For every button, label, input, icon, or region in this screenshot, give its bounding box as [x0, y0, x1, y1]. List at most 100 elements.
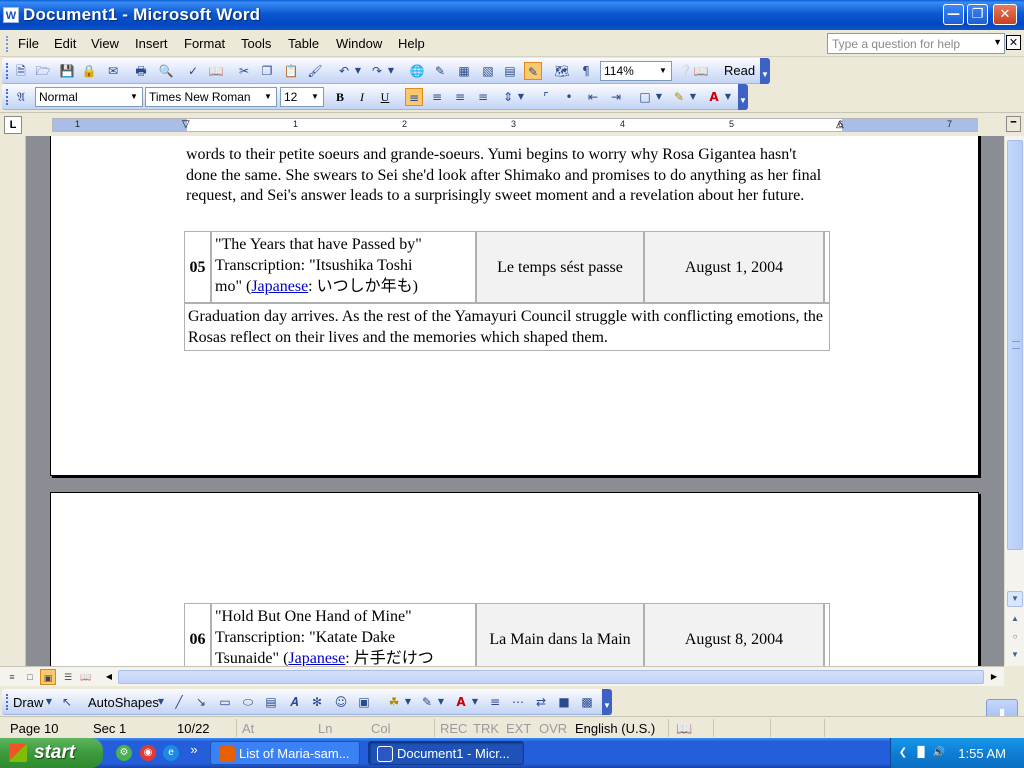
text-box-icon[interactable]: ▤	[262, 693, 280, 711]
french-title[interactable]: La Main dans la Main	[489, 629, 630, 650]
font-color-dropdown-icon[interactable]: ▼	[723, 88, 733, 106]
toolbar-grip[interactable]	[6, 694, 9, 710]
font-color-icon[interactable]: A	[705, 88, 723, 106]
next-page-icon[interactable]: ▼	[1007, 648, 1023, 664]
increase-indent-icon[interactable]: ⇥	[607, 88, 625, 106]
email-icon[interactable]: ✉	[104, 62, 122, 80]
highlight-icon[interactable]: ✎	[670, 88, 688, 106]
split-window-icon[interactable]: ━	[1006, 116, 1021, 132]
print-icon[interactable]: 🖶	[132, 62, 150, 80]
font-size-dropdown[interactable]: 12 ▼	[280, 87, 324, 107]
styles-formatting-icon[interactable]: 𝔄	[12, 88, 30, 106]
spelling-icon[interactable]: ✓	[184, 62, 202, 80]
hyperlink-icon[interactable]: 🌐	[408, 62, 426, 80]
zoom-dropdown[interactable]: 114% ▼	[600, 61, 672, 81]
chrome-quicklaunch-icon[interactable]: ◉	[140, 745, 156, 761]
tables-borders-icon[interactable]: ✎	[431, 62, 449, 80]
status-ext[interactable]: EXT	[506, 721, 531, 736]
word-app-icon[interactable]: W	[3, 7, 19, 23]
italic-icon[interactable]: I	[353, 88, 371, 106]
chevron-down-icon[interactable]: ▼	[470, 693, 480, 711]
japanese-link[interactable]: Japanese	[251, 278, 308, 295]
save-icon[interactable]: 💾	[58, 62, 76, 80]
align-center-icon[interactable]: ≡	[428, 88, 446, 106]
first-line-indent-icon[interactable]: ▽	[182, 119, 190, 131]
menubar-grip[interactable]	[6, 36, 9, 52]
style-dropdown[interactable]: Normal ▼	[35, 87, 143, 107]
reading-layout-icon[interactable]: 📖	[78, 669, 94, 685]
toolbar-options-icon[interactable]: ▼	[602, 689, 612, 715]
oval-icon[interactable]: ⬭	[239, 693, 257, 711]
chevron-down-icon[interactable]: ▼	[44, 693, 54, 711]
web-layout-icon[interactable]: □	[22, 669, 38, 685]
volume-icon[interactable]: 🔊	[931, 745, 947, 761]
status-ovr[interactable]: OVR	[539, 721, 567, 736]
decrease-indent-icon[interactable]: ⇤	[584, 88, 602, 106]
horizontal-scroll-thumb[interactable]	[118, 670, 984, 684]
menu-edit[interactable]: Edit	[54, 36, 76, 51]
minimize-button[interactable]: —	[943, 4, 964, 25]
menu-tools[interactable]: Tools	[241, 36, 271, 51]
line-style-icon[interactable]: ≡	[486, 693, 504, 711]
right-indent-icon[interactable]: △	[836, 119, 844, 131]
align-left-icon[interactable]: ≡	[405, 88, 423, 106]
select-objects-icon[interactable]: ↖	[58, 693, 76, 711]
align-right-icon[interactable]: ≡	[451, 88, 469, 106]
chevron-down-icon[interactable]: ▼	[403, 693, 413, 711]
rectangle-icon[interactable]: ▭	[216, 693, 234, 711]
bullets-icon[interactable]: •	[560, 88, 578, 106]
toolbar-options-icon[interactable]: ▼	[760, 58, 770, 84]
scroll-down-icon[interactable]: ▼	[1007, 591, 1023, 607]
paste-icon[interactable]: 📋	[282, 62, 300, 80]
episode-title[interactable]: "The Years that have Passed by"	[215, 234, 472, 255]
japanese-link[interactable]: Japanese	[288, 650, 345, 666]
open-folder-icon[interactable]: 🗁	[34, 62, 52, 80]
undo-icon[interactable]: ↶	[335, 62, 353, 80]
line-spacing-dropdown-icon[interactable]: ▼	[516, 88, 526, 106]
toolbar-grip[interactable]	[6, 63, 9, 79]
insert-picture-icon[interactable]: ▣	[355, 693, 373, 711]
diagram-icon[interactable]: ✻	[308, 693, 326, 711]
print-preview-icon[interactable]: 🔍	[157, 62, 175, 80]
episode-summary-04[interactable]: words to their petite soeurs and grande-…	[186, 145, 826, 229]
utility-quicklaunch-icon[interactable]: ⚙	[116, 745, 132, 761]
3d-style-icon[interactable]: ▩	[578, 693, 596, 711]
columns-icon[interactable]: ▤	[501, 62, 519, 80]
font-color-icon[interactable]: A	[452, 693, 470, 711]
show-formatting-icon[interactable]: ¶	[577, 62, 595, 80]
line-icon[interactable]: ╱	[170, 693, 188, 711]
chevron-down-icon[interactable]: ▼	[127, 89, 141, 105]
scroll-left-icon[interactable]: ◀	[101, 669, 117, 685]
toolbar-grip[interactable]	[6, 89, 9, 105]
status-rec[interactable]: REC	[440, 721, 467, 736]
select-browse-object-icon[interactable]: ○	[1007, 630, 1023, 646]
clock[interactable]: 1:55 AM	[958, 746, 1006, 761]
wordart-icon[interactable]: 𝑨	[285, 693, 303, 711]
chevron-down-icon[interactable]: ▼	[308, 89, 322, 105]
spelling-status-icon[interactable]: 📖	[676, 721, 692, 737]
ie-quicklaunch-icon[interactable]: e	[163, 745, 179, 761]
close-document-button[interactable]: ✕	[1006, 35, 1021, 50]
draw-menu-button[interactable]: Draw	[13, 695, 43, 710]
help-question-box[interactable]: Type a question for help ▼	[827, 33, 1005, 54]
chevron-down-icon[interactable]: ▼	[656, 63, 670, 79]
scroll-thumb[interactable]	[1007, 140, 1023, 550]
dash-style-icon[interactable]: ⋯	[509, 693, 527, 711]
undo-dropdown-icon[interactable]: ▼	[353, 62, 363, 80]
show-hidden-icons-icon[interactable]: ❮	[895, 745, 911, 761]
network-icon[interactable]: █	[913, 745, 929, 761]
autoshapes-menu-button[interactable]: AutoShapes	[88, 695, 159, 710]
air-date[interactable]: August 8, 2004	[685, 629, 783, 650]
horizontal-ruler[interactable]: 1 1 2 3 4 5 6 7 ▽ △	[52, 118, 978, 132]
justify-icon[interactable]: ≡	[474, 88, 492, 106]
line-spacing-icon[interactable]: ⇕	[499, 88, 517, 106]
menu-view[interactable]: View	[91, 36, 119, 51]
redo-dropdown-icon[interactable]: ▼	[386, 62, 396, 80]
outline-view-icon[interactable]: ☰	[60, 669, 76, 685]
font-dropdown[interactable]: Times New Roman ▼	[145, 87, 277, 107]
quicklaunch-more-chevron[interactable]: »	[186, 742, 202, 758]
print-layout-icon[interactable]: ▣	[40, 669, 56, 685]
insert-table-icon[interactable]: ▦	[455, 62, 473, 80]
bold-icon[interactable]: B	[331, 88, 349, 106]
border-icon[interactable]: □	[636, 88, 654, 106]
